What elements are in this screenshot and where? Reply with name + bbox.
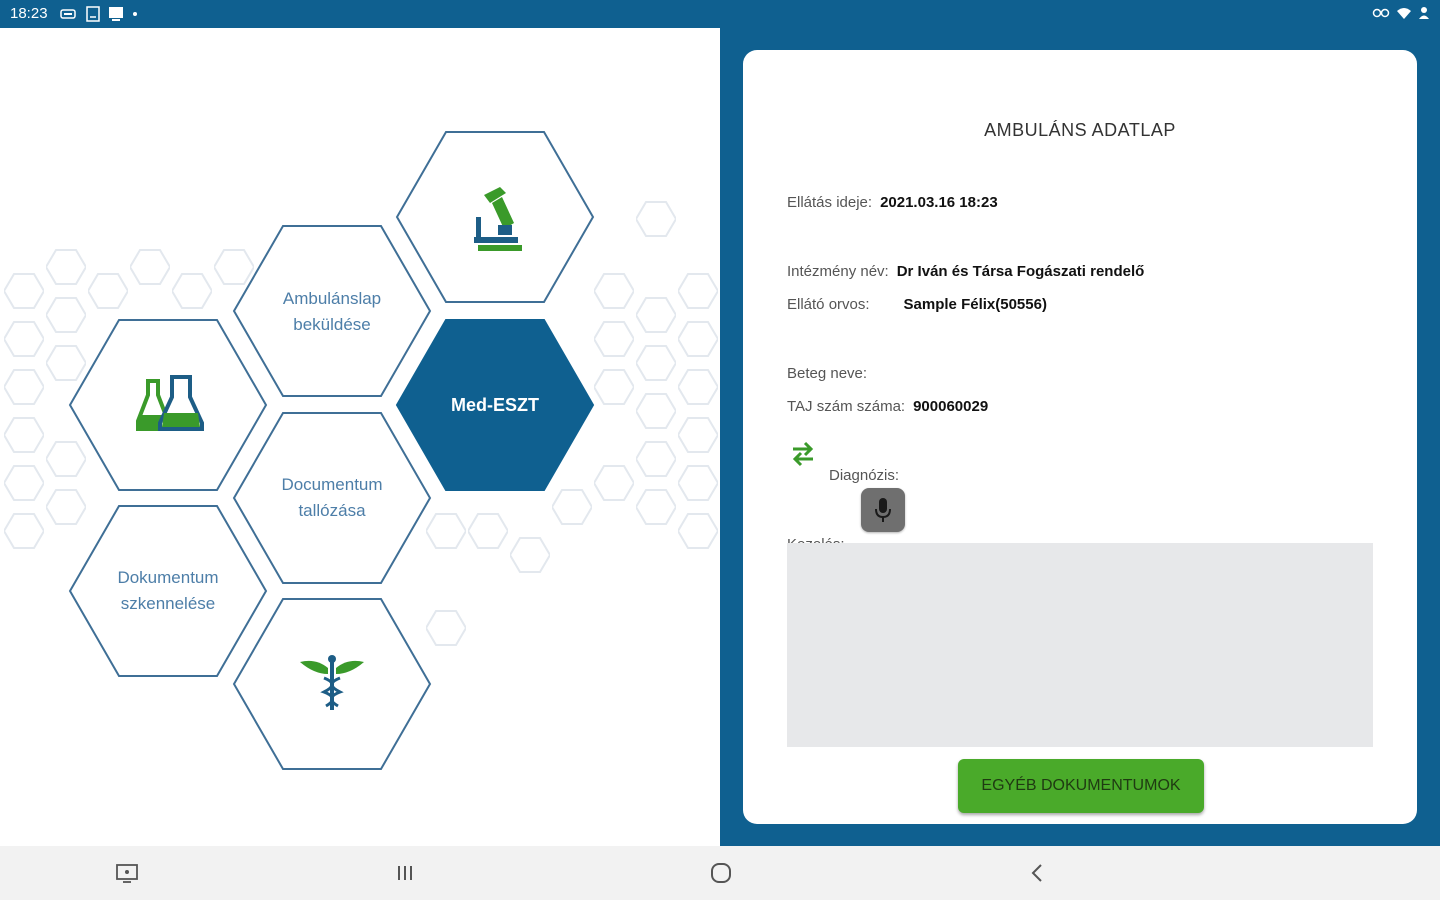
ellato-orvos-row: Ellátó orvos: Sample Félix(50556)	[787, 296, 1047, 313]
wifi-icon	[1397, 8, 1411, 19]
intezmeny-nev-value: Dr Iván és Társa Fogászati rendelő	[896, 263, 1145, 280]
taj-szam-label: TAJ szám száma:	[787, 398, 906, 415]
status-icons-right	[1372, 6, 1430, 20]
tile-label-medeszt: Med-ESZT	[451, 395, 539, 415]
screenshot-icon	[86, 6, 100, 22]
lab-flasks-icon	[136, 375, 204, 431]
microscope-icon	[474, 187, 522, 251]
home-button[interactable]	[708, 860, 734, 886]
ellatas-ideje-label: Ellátás ideje:	[787, 194, 873, 211]
beteg-neve-label: Beteg neve:	[787, 365, 868, 382]
page-title: AMBULÁNS ADATLAP	[984, 120, 1176, 140]
ellatas-ideje-value: 2021.03.16 18:23	[880, 194, 998, 211]
taj-szam-value: 900060029	[913, 398, 989, 415]
taj-szam-row: TAJ szám száma: 900060029	[787, 398, 988, 415]
status-bar: 18:23	[0, 0, 1440, 28]
ellato-orvos-value: Sample Félix(50556)	[903, 296, 1047, 313]
hex-grid	[4, 131, 718, 770]
cast-icon	[109, 7, 123, 21]
battery-saver-icon	[60, 9, 76, 19]
ellato-orvos-label: Ellátó orvos:	[787, 296, 870, 313]
account-icon	[1419, 7, 1429, 19]
tile-label-ambulanslap: Ambulánslap beküldése	[282, 289, 382, 334]
recents-button[interactable]	[392, 860, 418, 886]
keyboard-switch-button[interactable]	[114, 860, 140, 886]
ambulans-adatlap-card: AMBULÁNS ADATLAP Ellátás ideje: 2021.03.1…	[743, 50, 1417, 824]
dot-icon	[133, 12, 137, 16]
status-time: 18:23	[10, 5, 48, 22]
back-button[interactable]	[1024, 860, 1050, 886]
beteg-neve-row: Beteg neve:	[787, 365, 875, 382]
vpn-icon	[1372, 8, 1390, 18]
kezeles-textarea[interactable]	[787, 543, 1373, 747]
intezmeny-nev-label: Intézmény név:	[787, 263, 889, 280]
tile-label-documentum: Documentum tallózása	[281, 475, 383, 520]
caduceus-icon	[300, 655, 364, 710]
ellatas-ideje-row: Ellátás ideje: 2021.03.16 18:23	[787, 194, 998, 211]
form-panel: AMBULÁNS ADATLAP Ellátás ideje: 2021.03.1…	[720, 28, 1440, 846]
navigation-bar	[0, 846, 1440, 900]
recents-icon	[398, 866, 412, 880]
egyeb-dokumentumok-button[interactable]: EGYÉB DOKUMENTUMOK	[958, 759, 1204, 813]
status-icons-left	[60, 6, 138, 22]
intezmeny-nev-row: Intézmény név: Dr Iván és Társa Fogászati…	[787, 263, 1144, 280]
microphone-icon	[875, 498, 891, 522]
tile-label-dokumentum-scan: Dokumentum szkennelése	[117, 568, 219, 613]
keyboard-switch-icon	[116, 864, 138, 883]
microphone-button[interactable]	[861, 488, 905, 532]
home-icon	[711, 863, 731, 883]
menu-panel: Ambulánslap beküldése Med-ESZT Documentu…	[0, 28, 720, 846]
swap-arrows-icon[interactable]	[789, 440, 817, 468]
diagnozis-row: Diagnózis:	[829, 467, 899, 484]
back-icon	[1031, 864, 1042, 882]
diagnozis-label: Diagnózis:	[829, 467, 900, 484]
